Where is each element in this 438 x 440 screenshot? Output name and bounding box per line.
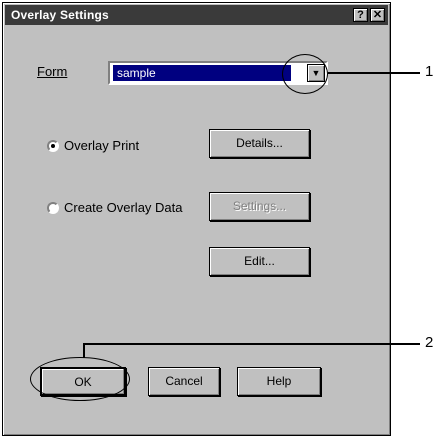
- callout-line-1: [328, 72, 420, 74]
- overlay-print-radio[interactable]: [47, 140, 59, 152]
- callout-number-2: 2: [425, 334, 434, 351]
- cancel-button[interactable]: Cancel: [148, 367, 220, 396]
- radio-selected-dot: [51, 144, 55, 148]
- callout-circle-2: [30, 357, 130, 401]
- callout-circle-1: [282, 54, 328, 94]
- help-button[interactable]: Help: [237, 367, 321, 396]
- callout-line-2-vertical: [83, 343, 85, 358]
- form-selected-value: sample: [113, 65, 291, 81]
- callout-line-2-horizontal: [83, 343, 420, 345]
- help-icon[interactable]: ?: [353, 8, 368, 22]
- create-overlay-radio[interactable]: [47, 202, 59, 214]
- callout-number-1: 1: [425, 63, 434, 80]
- details-button[interactable]: Details...: [209, 129, 310, 158]
- settings-button[interactable]: Settings...: [209, 192, 310, 221]
- window-title: Overlay Settings: [11, 8, 109, 22]
- title-bar: Overlay Settings ? ✕: [5, 5, 388, 25]
- form-label: Form: [37, 64, 68, 79]
- close-icon[interactable]: ✕: [370, 8, 385, 22]
- overlay-print-label[interactable]: Overlay Print: [64, 138, 139, 153]
- edit-button[interactable]: Edit...: [209, 247, 310, 276]
- create-overlay-label[interactable]: Create Overlay Data: [64, 200, 183, 215]
